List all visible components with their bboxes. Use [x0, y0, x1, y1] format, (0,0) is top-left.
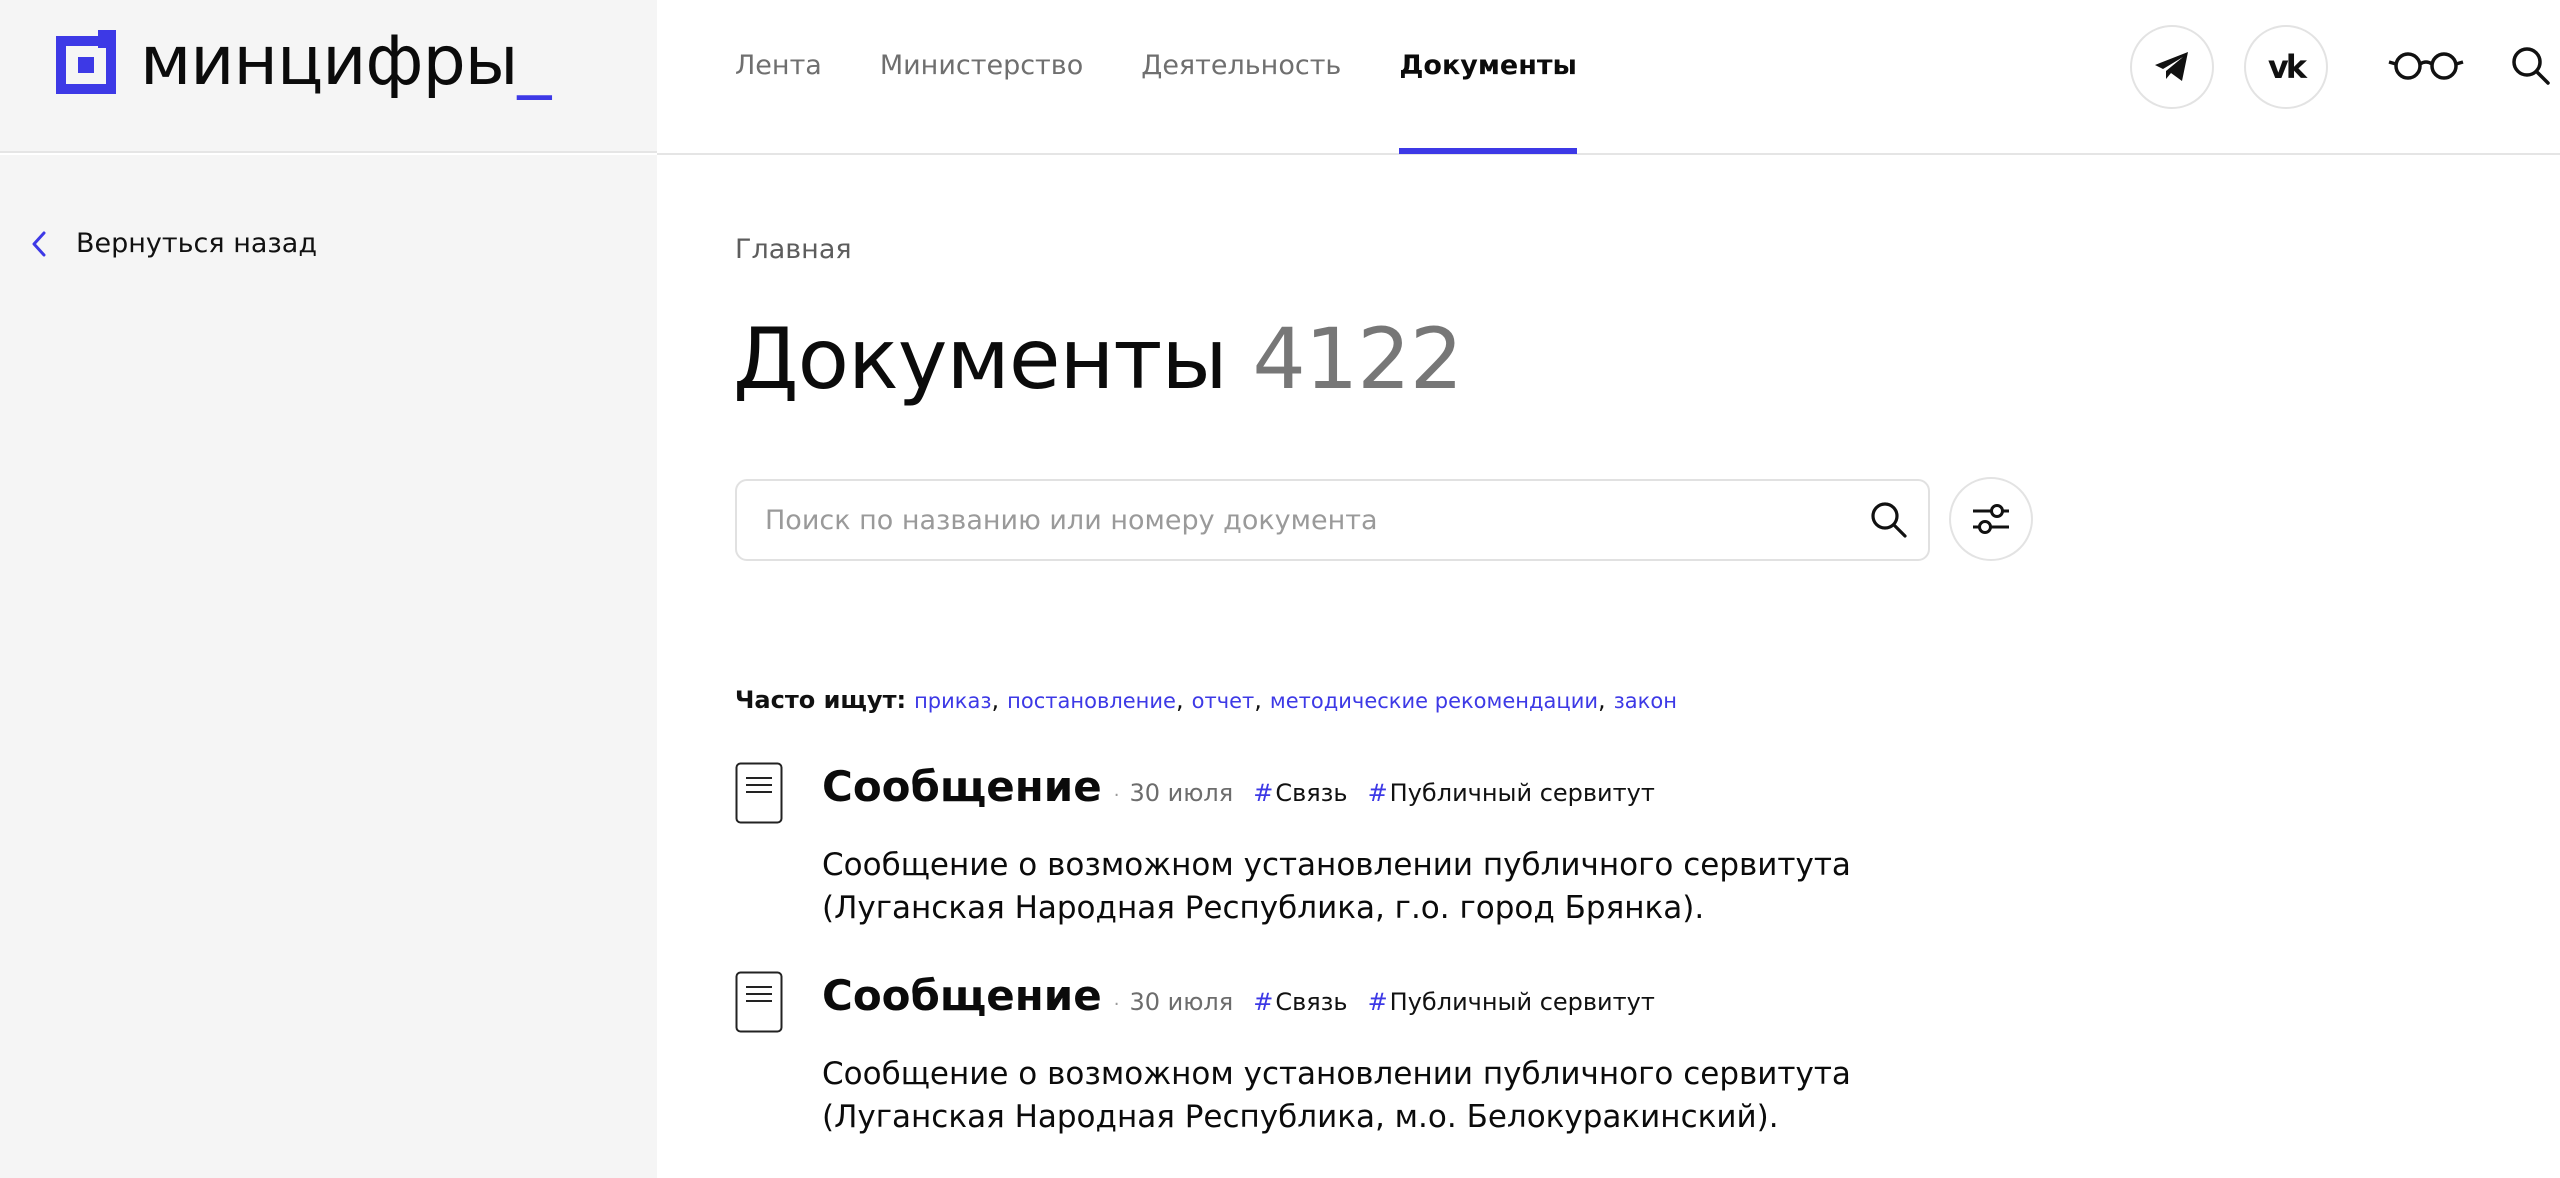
- page-count: 4122: [1252, 310, 1463, 408]
- glasses-icon[interactable]: [2388, 48, 2464, 84]
- document-icon: [735, 762, 783, 824]
- frequent-link-order[interactable]: приказ: [914, 689, 991, 713]
- chevron-left-icon: [32, 231, 46, 256]
- frequent-link-resolution[interactable]: постановление: [1007, 689, 1176, 713]
- breadcrumb[interactable]: Главная: [735, 234, 852, 265]
- document-header: Сообщение · 30 июля #Связь #Публичный се…: [822, 762, 1655, 811]
- nav-item-documents[interactable]: Документы: [1399, 0, 1577, 154]
- sidebar: [0, 155, 657, 1178]
- header: Лента Министерство Деятельность Документ…: [657, 0, 2560, 155]
- main-nav: Лента Министерство Деятельность Документ…: [735, 0, 1635, 154]
- nav-item-activity[interactable]: Деятельность: [1141, 0, 1341, 153]
- logo-text: минцифры_: [140, 22, 551, 101]
- tag-link[interactable]: #Публичный сервитут: [1368, 988, 1655, 1016]
- nav-item-feed[interactable]: Лента: [735, 0, 822, 153]
- document-header: Сообщение · 30 июля #Связь #Публичный се…: [822, 971, 1655, 1020]
- vk-icon: vk: [2267, 48, 2307, 86]
- document-description[interactable]: Сообщение о возможном установлении публи…: [822, 844, 1982, 930]
- frequent-searches: Часто ищут: приказ, постановление, отчет…: [735, 686, 1677, 714]
- tag-link[interactable]: #Связь: [1253, 988, 1347, 1016]
- logo-mark-icon: [56, 30, 116, 94]
- tag-link[interactable]: #Связь: [1253, 779, 1347, 807]
- filter-button[interactable]: [1949, 477, 2033, 561]
- sliders-icon: [1973, 504, 2009, 534]
- nav-item-ministry[interactable]: Министерство: [880, 0, 1083, 153]
- document-date: 30 июля: [1129, 779, 1234, 807]
- telegram-button[interactable]: [2130, 25, 2214, 109]
- logo-area: минцифры_: [0, 0, 657, 153]
- frequent-label: Часто ищут:: [735, 686, 907, 714]
- document-icon: [735, 971, 783, 1033]
- tag-link[interactable]: #Публичный сервитут: [1368, 779, 1655, 807]
- frequent-link-law[interactable]: закон: [1614, 689, 1677, 713]
- document-date: 30 июля: [1129, 988, 1234, 1016]
- search-input[interactable]: [765, 481, 1845, 559]
- logo[interactable]: минцифры_: [56, 22, 551, 101]
- frequent-link-guidelines[interactable]: методические рекомендации: [1270, 689, 1598, 713]
- telegram-icon: [2155, 52, 2188, 81]
- document-description[interactable]: Сообщение о возможном установлении публи…: [822, 1053, 1982, 1139]
- document-type[interactable]: Сообщение: [822, 762, 1102, 811]
- vk-button[interactable]: vk: [2244, 25, 2328, 109]
- frequent-link-report[interactable]: отчет: [1192, 689, 1255, 713]
- search-box: [735, 479, 1930, 561]
- search-submit-icon[interactable]: [1868, 499, 1908, 539]
- page-title: Документы 4122: [733, 310, 1463, 408]
- search-icon[interactable]: [2509, 44, 2551, 86]
- document-type[interactable]: Сообщение: [822, 971, 1102, 1020]
- back-label: Вернуться назад: [76, 228, 317, 259]
- back-button[interactable]: Вернуться назад: [30, 228, 317, 259]
